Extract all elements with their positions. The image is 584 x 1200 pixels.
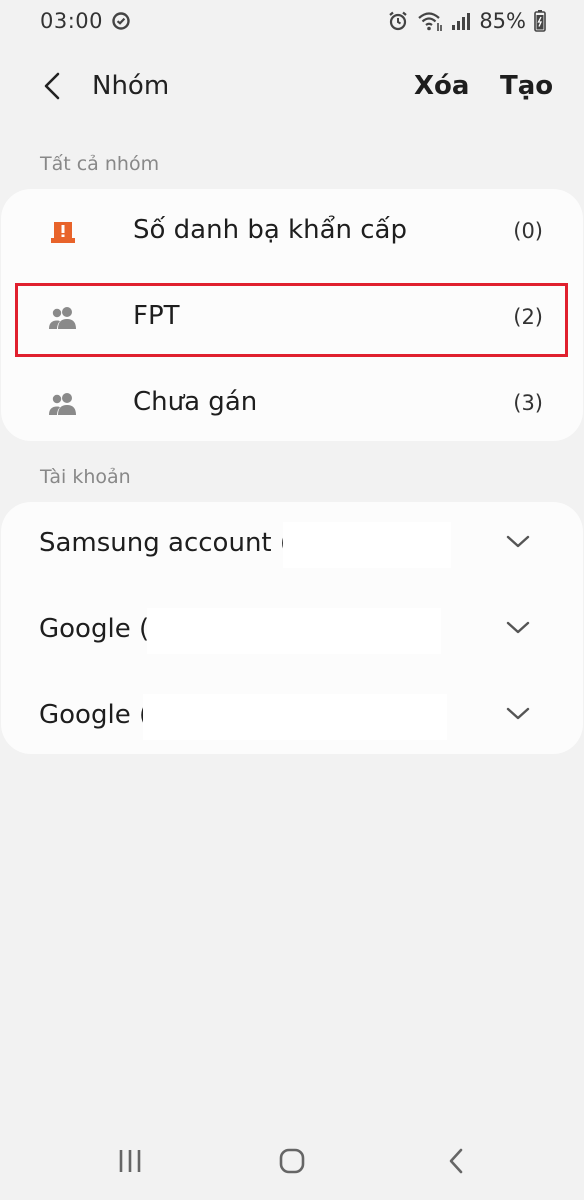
page-title: Nhóm bbox=[92, 71, 170, 101]
battery-icon bbox=[534, 10, 546, 32]
emergency-icon bbox=[47, 217, 79, 247]
signal-icon bbox=[451, 11, 471, 31]
group-item-unassigned[interactable]: Chưa gán (3) bbox=[1, 361, 583, 447]
account-item-samsung[interactable]: Samsung account ( bbox=[1, 502, 583, 588]
status-time: 03:00 bbox=[40, 9, 104, 33]
all-groups-label: Tất cả nhóm bbox=[40, 153, 160, 175]
create-button[interactable]: Tạo bbox=[500, 71, 553, 101]
navigation-bar bbox=[0, 1125, 584, 1200]
battery-percent: 85% bbox=[479, 9, 526, 33]
redacted-area bbox=[143, 694, 447, 740]
back-button[interactable] bbox=[36, 70, 68, 106]
wifi-icon bbox=[417, 10, 443, 32]
chevron-down-icon[interactable] bbox=[505, 704, 531, 724]
home-button[interactable] bbox=[272, 1147, 312, 1179]
status-left: 03:00 bbox=[40, 9, 131, 33]
recent-apps-button[interactable] bbox=[110, 1147, 150, 1179]
account-name: Google ( bbox=[39, 700, 150, 730]
back-nav-button[interactable] bbox=[436, 1147, 476, 1179]
chevron-down-icon[interactable] bbox=[505, 618, 531, 638]
group-name: FPT bbox=[133, 301, 180, 331]
app-bar: Nhóm Xóa Tạo bbox=[0, 60, 584, 116]
account-name: Samsung account ( bbox=[39, 528, 291, 558]
chevron-left-icon bbox=[42, 71, 62, 105]
group-name: Chưa gán bbox=[133, 387, 258, 417]
accounts-card: Samsung account ( Google ( Google ( bbox=[1, 502, 583, 754]
account-item-google-1[interactable]: Google ( bbox=[1, 588, 583, 674]
group-count: (0) bbox=[513, 219, 543, 243]
account-item-google-2[interactable]: Google ( bbox=[1, 674, 583, 760]
groups-card: Số danh bạ khẩn cấp (0) FPT (2) Chưa gán… bbox=[1, 189, 583, 441]
sync-icon bbox=[111, 11, 131, 31]
people-icon bbox=[47, 389, 79, 419]
redacted-area bbox=[283, 522, 451, 568]
alarm-icon bbox=[387, 10, 409, 32]
delete-button[interactable]: Xóa bbox=[414, 71, 469, 101]
group-name: Số danh bạ khẩn cấp bbox=[133, 215, 407, 245]
group-item-emergency[interactable]: Số danh bạ khẩn cấp (0) bbox=[1, 189, 583, 275]
redacted-area bbox=[147, 608, 441, 654]
group-count: (3) bbox=[513, 391, 543, 415]
status-right: 85% bbox=[387, 9, 546, 33]
account-name: Google ( bbox=[39, 614, 150, 644]
people-icon bbox=[47, 303, 79, 333]
back-nav-icon bbox=[447, 1147, 465, 1179]
group-count: (2) bbox=[513, 305, 543, 329]
group-item-fpt[interactable]: FPT (2) bbox=[1, 275, 583, 361]
home-icon bbox=[278, 1147, 306, 1179]
accounts-label: Tài khoản bbox=[40, 466, 131, 488]
status-bar: 03:00 85% bbox=[0, 0, 584, 42]
recent-apps-icon bbox=[117, 1149, 143, 1177]
chevron-down-icon[interactable] bbox=[505, 532, 531, 552]
